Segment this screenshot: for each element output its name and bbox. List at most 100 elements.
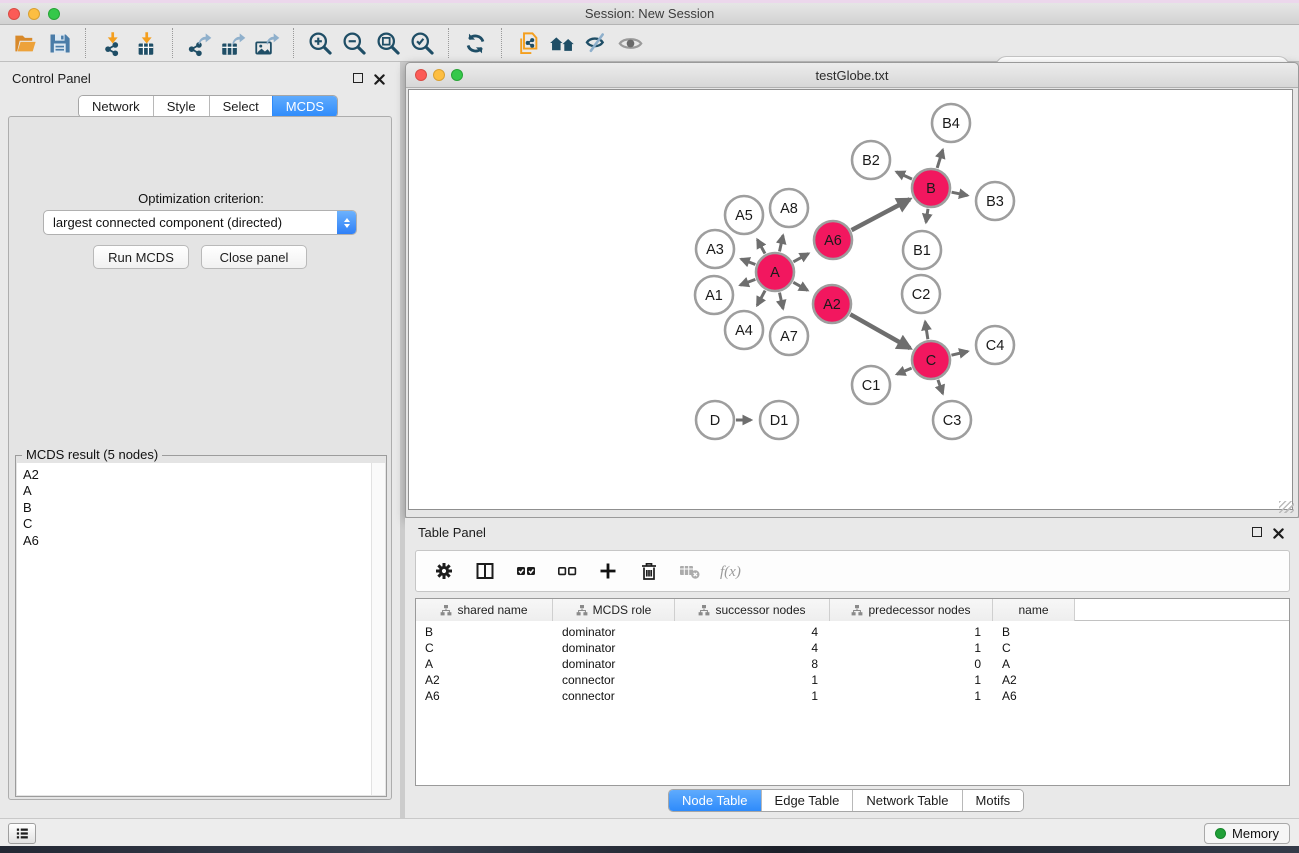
graph-node-A3[interactable]: A3 (696, 230, 734, 268)
graph-node-A7[interactable]: A7 (770, 317, 808, 355)
graph-node-C3[interactable]: C3 (933, 401, 971, 439)
memory-button[interactable]: Memory (1204, 823, 1290, 844)
table-row[interactable]: Bdominator41B (416, 624, 1289, 640)
add-column-button[interactable] (594, 557, 622, 585)
zoom-fit-button[interactable] (371, 27, 405, 59)
close-panel-button[interactable]: Close panel (201, 245, 307, 269)
delete-column-button[interactable] (635, 557, 663, 585)
cell-predecessor-nodes[interactable]: 1 (830, 673, 993, 687)
graph-edge-A-A7[interactable] (779, 293, 783, 309)
cell-name[interactable]: C (993, 641, 1075, 655)
network-canvas[interactable]: A5A8A3A6AA1A2A4A7B2B4BB3B1C2CC4C1C3DD1 (408, 89, 1293, 510)
graph-node-B3[interactable]: B3 (976, 182, 1014, 220)
mcds-result-list[interactable]: A2ABCA6 (17, 463, 385, 795)
graph-edge-A-A1[interactable] (740, 279, 755, 285)
mcds-result-item[interactable]: A (23, 483, 365, 499)
graph-edge-A-A5[interactable] (757, 240, 765, 254)
mcds-result-item[interactable]: B (23, 500, 365, 516)
delete-table-button[interactable] (676, 557, 704, 585)
graph-edge-A-A3[interactable] (741, 259, 755, 264)
select-all-button[interactable] (512, 557, 540, 585)
graph-edge-B-B4[interactable] (937, 150, 943, 168)
graph-edge-A2-C[interactable] (850, 314, 910, 348)
cell-shared-name[interactable]: A (416, 657, 553, 671)
tab-style[interactable]: Style (153, 96, 209, 117)
cell-mcds-role[interactable]: dominator (553, 625, 675, 639)
graph-node-C1[interactable]: C1 (852, 366, 890, 404)
cell-successor-nodes[interactable]: 4 (675, 625, 830, 639)
task-history-button[interactable] (8, 823, 36, 844)
cell-successor-nodes[interactable]: 4 (675, 641, 830, 655)
cell-predecessor-nodes[interactable]: 1 (830, 625, 993, 639)
column-chooser-button[interactable] (471, 557, 499, 585)
graph-edge-A-A4[interactable] (757, 291, 765, 306)
cell-mcds-role[interactable]: dominator (553, 657, 675, 671)
graph-node-C4[interactable]: C4 (976, 326, 1014, 364)
mcds-result-item[interactable]: A2 (23, 467, 365, 483)
graph-edge-B-B1[interactable] (926, 209, 928, 223)
cell-shared-name[interactable]: A6 (416, 689, 553, 703)
close-table-panel-icon[interactable] (1273, 526, 1284, 544)
cell-predecessor-nodes[interactable]: 1 (830, 689, 993, 703)
graph-edge-A6-B[interactable] (852, 199, 910, 230)
graph-node-C[interactable]: C (912, 341, 950, 379)
hide-graphics-button[interactable] (579, 27, 613, 59)
tab-motifs[interactable]: Motifs (962, 790, 1024, 811)
graph-edge-C-C2[interactable] (925, 322, 928, 340)
cell-shared-name[interactable]: C (416, 641, 553, 655)
graph-edge-A-A2[interactable] (793, 282, 807, 290)
graph-node-B4[interactable]: B4 (932, 104, 970, 142)
graph-node-B2[interactable]: B2 (852, 141, 890, 179)
graph-node-D1[interactable]: D1 (760, 401, 798, 439)
import-table-button[interactable] (129, 27, 163, 59)
cell-shared-name[interactable]: A2 (416, 673, 553, 687)
graph-edge-A-A8[interactable] (779, 235, 783, 251)
duplicate-network-button[interactable] (511, 27, 545, 59)
cell-name[interactable]: A6 (993, 689, 1075, 703)
graph-node-C2[interactable]: C2 (902, 275, 940, 313)
graph-edge-B-B3[interactable] (952, 192, 968, 195)
cell-mcds-role[interactable]: connector (553, 673, 675, 687)
run-mcds-button[interactable]: Run MCDS (93, 245, 189, 269)
export-image-button[interactable] (250, 27, 284, 59)
refresh-button[interactable] (458, 27, 492, 59)
float-panel-icon[interactable] (353, 73, 363, 83)
cell-mcds-role[interactable]: dominator (553, 641, 675, 655)
table-row[interactable]: A6connector11A6 (416, 688, 1289, 704)
settings-gear-button[interactable] (430, 557, 458, 585)
mcds-result-item[interactable]: C (23, 516, 365, 532)
zoom-selected-button[interactable] (405, 27, 439, 59)
export-table-button[interactable] (216, 27, 250, 59)
table-row[interactable]: Cdominator41C (416, 640, 1289, 656)
function-builder-button[interactable]: f(x) (717, 557, 745, 585)
zoom-out-button[interactable] (337, 27, 371, 59)
zoom-in-button[interactable] (303, 27, 337, 59)
graph-node-A2[interactable]: A2 (813, 285, 851, 323)
cell-name[interactable]: B (993, 625, 1075, 639)
graph-node-A5[interactable]: A5 (725, 196, 763, 234)
import-network-button[interactable] (95, 27, 129, 59)
tab-mcds[interactable]: MCDS (272, 96, 337, 117)
column-header-name[interactable]: name (993, 599, 1075, 621)
graph-node-B1[interactable]: B1 (903, 231, 941, 269)
graph-edge-A-A6[interactable] (793, 254, 808, 262)
graph-node-A6[interactable]: A6 (814, 221, 852, 259)
graph-edge-C-C3[interactable] (938, 380, 943, 394)
table-row[interactable]: A2connector11A2 (416, 672, 1289, 688)
save-session-button[interactable] (42, 27, 76, 59)
column-header-mcds-role[interactable]: MCDS role (553, 599, 675, 621)
graph-edge-B-B2[interactable] (896, 172, 912, 179)
deselect-all-button[interactable] (553, 557, 581, 585)
column-header-successor-nodes[interactable]: successor nodes (675, 599, 830, 621)
graph-node-B[interactable]: B (912, 169, 950, 207)
cell-predecessor-nodes[interactable]: 1 (830, 641, 993, 655)
graph-node-A8[interactable]: A8 (770, 189, 808, 227)
cell-name[interactable]: A2 (993, 673, 1075, 687)
optimization-criterion-select[interactable]: largest connected component (directed) (43, 210, 357, 235)
close-panel-icon[interactable] (374, 72, 385, 90)
column-header-predecessor-nodes[interactable]: predecessor nodes (830, 599, 993, 621)
tab-node-table[interactable]: Node Table (669, 790, 761, 811)
cell-successor-nodes[interactable]: 8 (675, 657, 830, 671)
home-view-button[interactable] (545, 27, 579, 59)
tab-network-table[interactable]: Network Table (852, 790, 961, 811)
